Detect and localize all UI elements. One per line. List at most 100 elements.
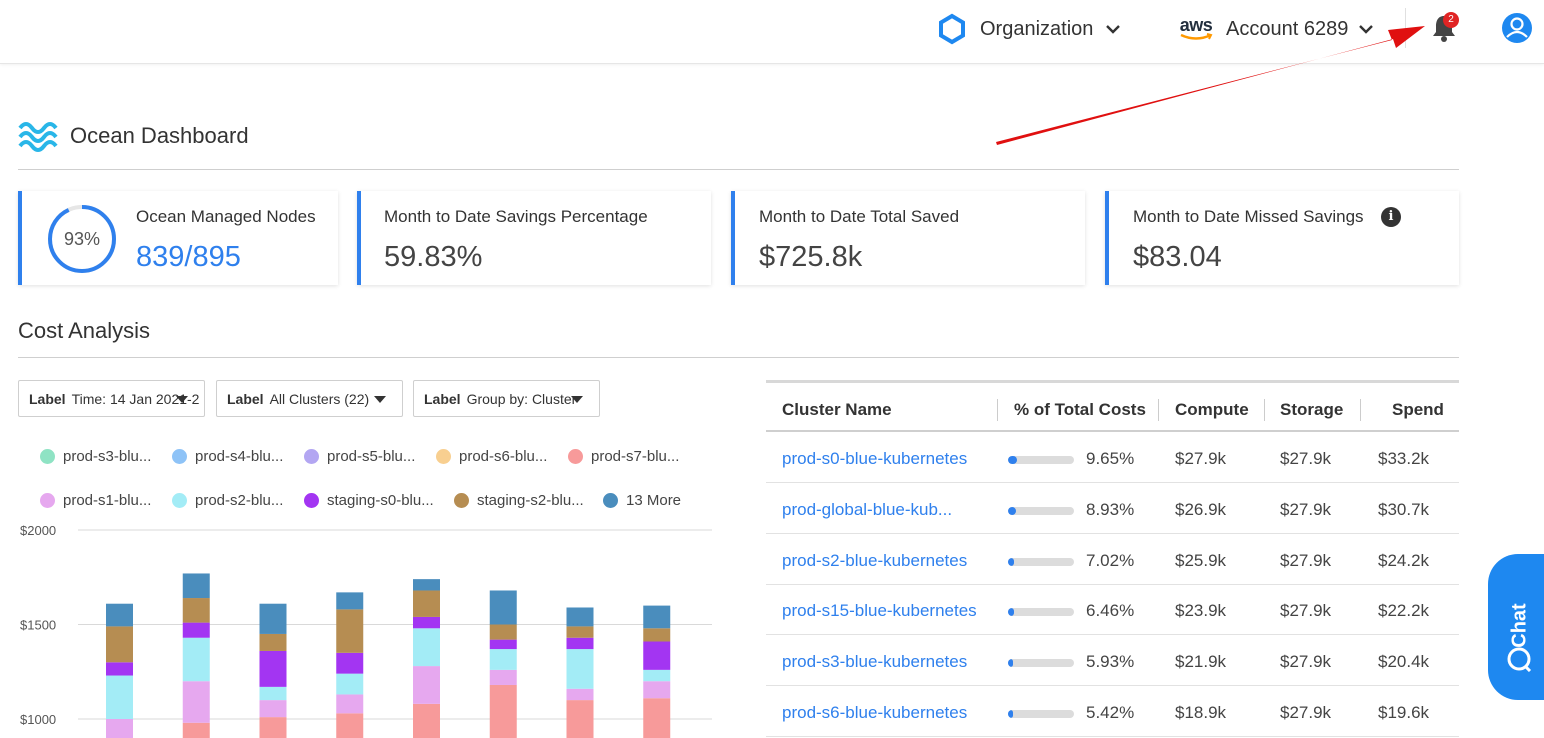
card-managed-nodes: 93% Ocean Managed Nodes 839/895	[18, 191, 338, 285]
bar-segment[interactable]	[259, 686, 287, 701]
column-header[interactable]: Spend	[1392, 400, 1444, 420]
legend-label: 13 More	[626, 492, 682, 509]
bar-segment[interactable]	[336, 609, 364, 653]
bar-segment[interactable]	[489, 649, 517, 670]
bar-segment[interactable]	[106, 603, 133, 627]
cluster-name-link[interactable]: prod-s2-blue-kubernetes	[782, 551, 967, 571]
column-header[interactable]: % of Total Costs	[1014, 400, 1146, 420]
bar-segment[interactable]	[643, 641, 671, 670]
cluster-name-link[interactable]: prod-s6-blue-kubernetes	[782, 703, 967, 723]
user-avatar-icon[interactable]	[1501, 12, 1533, 44]
legend-item[interactable]: prod-s1-blu...	[40, 492, 151, 509]
bar-segment[interactable]	[182, 573, 210, 599]
bar-segment[interactable]	[336, 673, 364, 695]
aws-smile-icon	[1180, 33, 1213, 40]
cluster-name-link[interactable]: prod-s3-blue-kubernetes	[782, 652, 967, 672]
bar-segment[interactable]	[489, 624, 517, 640]
bar-segment[interactable]	[182, 598, 210, 623]
bar-segment[interactable]	[106, 626, 133, 663]
cluster-name-link[interactable]: prod-s15-blue-kubernetes	[782, 601, 977, 621]
legend-item[interactable]: staging-s0-blu...	[304, 492, 434, 509]
bar-segment[interactable]	[182, 681, 210, 723]
column-separator	[1264, 399, 1265, 421]
column-header[interactable]: Storage	[1280, 400, 1343, 420]
bar-segment[interactable]	[413, 590, 440, 617]
bar-segment[interactable]	[182, 637, 210, 682]
percent-value: 7.02%	[1086, 550, 1135, 570]
legend-label: staging-s0-blu...	[327, 492, 434, 509]
compute-value: $21.9k	[1175, 652, 1227, 672]
bar-segment[interactable]	[259, 603, 287, 634]
bar-segment[interactable]	[413, 579, 440, 591]
bar-segment[interactable]	[106, 662, 133, 676]
bar-segment[interactable]	[566, 607, 594, 627]
table-row[interactable]: prod-global-blue-kub... 8.93% $26.9k $27.9k…	[766, 483, 1459, 534]
bar-segment[interactable]	[259, 717, 287, 738]
bar-segment[interactable]	[643, 681, 671, 699]
time-filter-dropdown[interactable]: Label Time: 14 Jan 2021-2	[18, 380, 205, 417]
column-header[interactable]: Cluster Name	[782, 400, 892, 420]
cluster-filter-dropdown[interactable]: Label All Clusters (22)	[216, 380, 403, 417]
bar-segment[interactable]	[259, 650, 287, 687]
bar-segment[interactable]	[336, 694, 364, 714]
cluster-name-link[interactable]: prod-s0-blue-kubernetes	[782, 449, 967, 469]
section-title: Cost Analysis	[18, 318, 151, 343]
bar-segment[interactable]	[566, 700, 594, 738]
bar-segment[interactable]	[643, 669, 671, 682]
card-total-saved: Month to Date Total Saved $725.8k	[731, 191, 1085, 285]
bar-segment[interactable]	[643, 698, 671, 738]
legend-item[interactable]: staging-s2-blu...	[454, 492, 584, 509]
bar-segment[interactable]	[413, 628, 440, 667]
chat-widget-button[interactable]: Chat	[1488, 554, 1544, 700]
bar-segment[interactable]	[259, 700, 287, 718]
legend-item[interactable]: prod-s2-blu...	[172, 492, 283, 509]
bar-segment[interactable]	[336, 652, 364, 674]
bar-segment[interactable]	[413, 703, 440, 738]
legend-item[interactable]: prod-s6-blu...	[436, 448, 547, 465]
ocean-waves-icon	[18, 122, 58, 152]
legend-item[interactable]: prod-s4-blu...	[172, 448, 283, 465]
bar-segment[interactable]	[566, 626, 594, 638]
organization-label: Organization	[980, 17, 1094, 40]
bar-segment[interactable]	[336, 592, 364, 610]
column-header[interactable]: Compute	[1175, 400, 1249, 420]
legend-item[interactable]: prod-s5-blu...	[304, 448, 415, 465]
bar-segment[interactable]	[182, 722, 210, 738]
page-title: Ocean Dashboard	[18, 118, 249, 154]
table-row[interactable]: prod-s15-blue-kubernetes 6.46% $23.9k $27.9…	[766, 584, 1459, 636]
chevron-down-icon	[1359, 25, 1374, 34]
legend-item[interactable]: prod-s3-blu...	[40, 448, 151, 465]
table-row[interactable]: prod-s0-blue-kubernetes 9.65% $27.9k $27.9k…	[766, 432, 1459, 483]
bar-segment[interactable]	[566, 688, 594, 701]
cluster-name-link[interactable]: prod-global-blue-kub...	[782, 500, 952, 520]
bar-segment[interactable]	[413, 616, 440, 629]
bar-segment[interactable]	[566, 649, 594, 689]
bar-segment[interactable]	[413, 666, 440, 704]
legend-dot	[40, 493, 55, 508]
table-row[interactable]: prod-s3-blue-kubernetes 5.93% $21.9k $27.9k…	[766, 635, 1459, 687]
legend-item[interactable]: prod-s7-blu...	[568, 448, 679, 465]
table-row[interactable]: prod-s6-blue-kubernetes 5.42% $18.9k $27.9k…	[766, 686, 1459, 737]
y-tick-label: $1500	[20, 618, 56, 633]
group-by-dropdown[interactable]: Label Group by: Cluster	[413, 380, 600, 417]
legend-dot	[304, 449, 319, 464]
bar-segment[interactable]	[336, 713, 364, 738]
bar-segment[interactable]	[106, 675, 133, 719]
bar-segment[interactable]	[259, 633, 287, 651]
bar-segment[interactable]	[106, 719, 133, 738]
percent-bar-fill	[1008, 506, 1017, 515]
bar-segment[interactable]	[182, 622, 210, 638]
bar-segment[interactable]	[643, 605, 671, 629]
table-row[interactable]: prod-s2-blue-kubernetes 7.02% $25.9k $27.9k…	[766, 534, 1459, 585]
info-icon[interactable]: i	[1381, 207, 1401, 227]
bar-segment[interactable]	[489, 684, 517, 738]
bar-segment[interactable]	[489, 669, 517, 685]
account-selector[interactable]: aws Account 6289	[1176, 12, 1374, 46]
bar-segment[interactable]	[566, 637, 594, 650]
organization-selector[interactable]: Organization	[936, 12, 1121, 46]
percent-bar	[1008, 608, 1074, 617]
bar-segment[interactable]	[489, 590, 517, 625]
legend-item[interactable]: 13 More	[603, 492, 681, 509]
bar-segment[interactable]	[489, 639, 517, 650]
bar-segment[interactable]	[643, 628, 671, 642]
